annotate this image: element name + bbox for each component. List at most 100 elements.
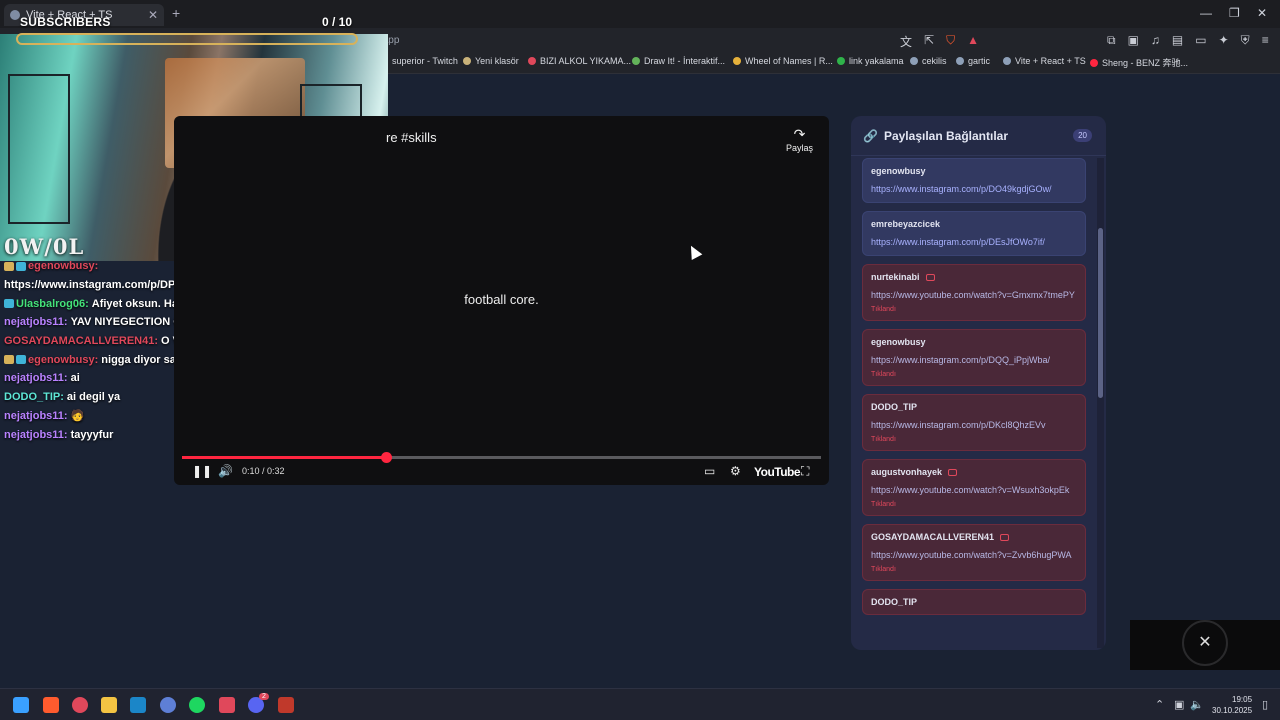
fullscreen-icon[interactable]: ⛶ xyxy=(801,464,809,479)
video-progress-bar[interactable] xyxy=(182,452,821,463)
chat-username: nejatjobs11: xyxy=(4,372,68,385)
link-card-header: emrebeyazcicek xyxy=(871,219,1077,229)
address-tools: 文 ⇱ ⛉ ▲ xyxy=(900,33,979,50)
bookmark-item[interactable]: BIZI ALKOL YIKAMA... xyxy=(528,56,631,66)
network-icon[interactable]: ▣ xyxy=(1174,698,1184,711)
extensions-icon[interactable]: ⧉ xyxy=(1107,33,1116,48)
clock[interactable]: 19:05 30.10.2025 xyxy=(1212,694,1252,716)
chat-badge-icon xyxy=(4,355,14,365)
media-icon[interactable]: ♫ xyxy=(1151,33,1160,48)
start-windows-icon[interactable] xyxy=(13,697,29,713)
speaker-icon[interactable]: 🔈 xyxy=(1190,698,1204,711)
volume-icon[interactable]: 🔊 xyxy=(218,464,233,478)
bookmark-item[interactable]: cekilis xyxy=(910,56,947,66)
link-url[interactable]: https://www.instagram.com/p/DO49kgdjGOw/ xyxy=(871,183,1077,195)
bookmark-item[interactable]: Draw It! - İnteraktif... xyxy=(632,56,725,66)
brave-rewards-icon[interactable]: ▲ xyxy=(967,33,979,50)
subscribers-goal-label: SUBSCRIBERS xyxy=(20,15,111,29)
link-card[interactable]: nurtekinabi https://www.youtube.com/watch… xyxy=(862,264,1086,321)
pause-icon[interactable]: ❚❚ xyxy=(192,464,212,478)
link-card[interactable]: DODO_TIP https://www.instagram.com/p/DKcl… xyxy=(862,394,1086,451)
bookmark-favicon-icon xyxy=(837,57,845,65)
link-count-badge: 20 xyxy=(1073,129,1092,142)
link-card-header: DODO_TIP xyxy=(871,597,1077,607)
tab-close-icon[interactable]: ✕ xyxy=(148,8,158,22)
link-card[interactable]: egenowbusy https://www.instagram.com/p/DQ… xyxy=(862,329,1086,386)
link-card[interactable]: augustvonhayek https://www.youtube.com/wa… xyxy=(862,459,1086,516)
wallet-icon[interactable]: ▭ xyxy=(1195,33,1206,48)
subtitles-icon[interactable]: ▭ xyxy=(704,464,715,478)
new-tab-button[interactable]: + xyxy=(172,5,180,21)
leo-icon[interactable]: ✦ xyxy=(1219,33,1229,48)
share-page-icon[interactable]: ⇱ xyxy=(924,33,934,50)
file-explorer-icon[interactable] xyxy=(101,697,117,713)
bookmark-item[interactable]: gartic xyxy=(956,56,990,66)
tray-chevron-icon[interactable]: ⌃ xyxy=(1155,698,1164,711)
bookmark-item[interactable]: Wheel of Names | R... xyxy=(733,56,833,66)
panel-scrollbar[interactable] xyxy=(1097,158,1104,648)
tab-favicon-icon xyxy=(10,10,20,20)
bookmark-label: Vite + React + TS xyxy=(1015,56,1086,66)
player-controls: ❚❚ 🔊 0:10 / 0:32 ▭ ⚙ YouTube ⛶ xyxy=(174,462,829,482)
link-url[interactable]: https://www.youtube.com/watch?v=Gmxmx7tm… xyxy=(871,289,1077,301)
translate-icon[interactable]: 文 xyxy=(900,33,912,50)
bookmark-label: link yakalama xyxy=(849,56,904,66)
bookmark-item[interactable]: superior - Twitch xyxy=(380,56,458,66)
video-player[interactable]: re #skills ↷ Paylaş football core. ❚❚ 🔊 … xyxy=(174,116,829,485)
bookmark-item[interactable]: Yeni klasör xyxy=(463,56,519,66)
maximize-button[interactable]: ❐ xyxy=(1229,6,1240,20)
owl-logo: 0W/0L xyxy=(4,234,85,259)
youtube-logo[interactable]: YouTube xyxy=(754,465,801,479)
bookmark-label: cekilis xyxy=(922,56,947,66)
link-card[interactable]: GOSAYDAMACALLVEREN41 https://www.youtube.… xyxy=(862,524,1086,581)
mini-widget: ✕ xyxy=(1130,620,1280,670)
bookmark-item[interactable]: link yakalama xyxy=(837,56,904,66)
notifications-icon[interactable]: ▯ xyxy=(1262,698,1268,711)
chat-text: ai degil ya xyxy=(66,391,121,404)
share-button[interactable]: ↷ Paylaş xyxy=(786,126,813,153)
bookmark-item[interactable]: Sheng - BENZ 奔驰... xyxy=(1090,56,1188,69)
link-url[interactable]: https://www.youtube.com/watch?v=Zvvb6hug… xyxy=(871,549,1077,561)
link-url[interactable]: https://www.instagram.com/p/DKcl8QhzEVv xyxy=(871,419,1077,431)
link-username: augustvonhayek xyxy=(871,467,943,477)
video-title: re #skills xyxy=(386,130,437,145)
brave-shield-icon[interactable]: ⛉ xyxy=(946,33,955,50)
link-card-header: augustvonhayek xyxy=(871,467,1077,477)
vpn-icon[interactable]: ⛨ xyxy=(1241,33,1250,48)
chat-username: nejatjobs11: xyxy=(4,409,68,422)
winrar-icon[interactable] xyxy=(278,697,294,713)
link-username: GOSAYDAMACALLVEREN41 xyxy=(871,532,995,542)
screenshot-icon[interactable]: ▣ xyxy=(1128,33,1139,48)
close-window-button[interactable]: ✕ xyxy=(1257,6,1267,20)
video-progress-fill xyxy=(182,456,387,459)
link-username: emrebeyazcicek xyxy=(871,219,941,229)
chat-text: ai xyxy=(70,372,80,385)
maps-pin-icon[interactable] xyxy=(72,697,88,713)
link-username: nurtekinabi xyxy=(871,272,920,282)
sidebar-icon[interactable]: ▤ xyxy=(1172,33,1183,48)
youtube-icon xyxy=(925,273,935,281)
link-card[interactable]: egenowbusy https://www.instagram.com/p/DO… xyxy=(862,158,1086,203)
panel-scrollbar-thumb[interactable] xyxy=(1098,228,1103,398)
browser-tab-bar: Vite + React + TS ✕ + — ❐ ✕ xyxy=(0,0,1280,28)
bookmark-item[interactable]: Vite + React + TS xyxy=(1003,56,1086,66)
link-list: egenowbusy https://www.instagram.com/p/DO… xyxy=(862,150,1086,615)
link-url[interactable]: https://www.youtube.com/watch?v=Wsuxh3ok… xyxy=(871,484,1077,496)
subscribers-goal-count: 0 / 10 xyxy=(322,15,353,29)
chat-app-icon[interactable] xyxy=(219,697,235,713)
minimize-button[interactable]: — xyxy=(1200,6,1212,20)
windows-taskbar: 2 ⌃ ▣ 🔈 19:05 30.10.2025 ▯ xyxy=(0,688,1280,720)
app-globe-icon[interactable] xyxy=(160,697,176,713)
video-caption: football core. xyxy=(464,292,539,307)
youtube-icon xyxy=(1000,533,1010,541)
settings-gear-icon[interactable]: ⚙ xyxy=(730,464,741,478)
spotify-icon[interactable] xyxy=(189,697,205,713)
brave-browser-icon[interactable] xyxy=(43,697,59,713)
menu-icon[interactable]: ≡ xyxy=(1262,33,1269,48)
steam-icon[interactable] xyxy=(130,697,146,713)
link-url[interactable]: https://www.instagram.com/p/DQQ_iPpjWba/ xyxy=(871,354,1077,366)
link-clicked-status: Tıklandı xyxy=(871,566,896,573)
link-url[interactable]: https://www.instagram.com/p/DEsJfOWo7if/ xyxy=(871,236,1077,248)
link-card[interactable]: DODO_TIP xyxy=(862,589,1086,615)
link-card[interactable]: emrebeyazcicek https://www.instagram.com/… xyxy=(862,211,1086,256)
